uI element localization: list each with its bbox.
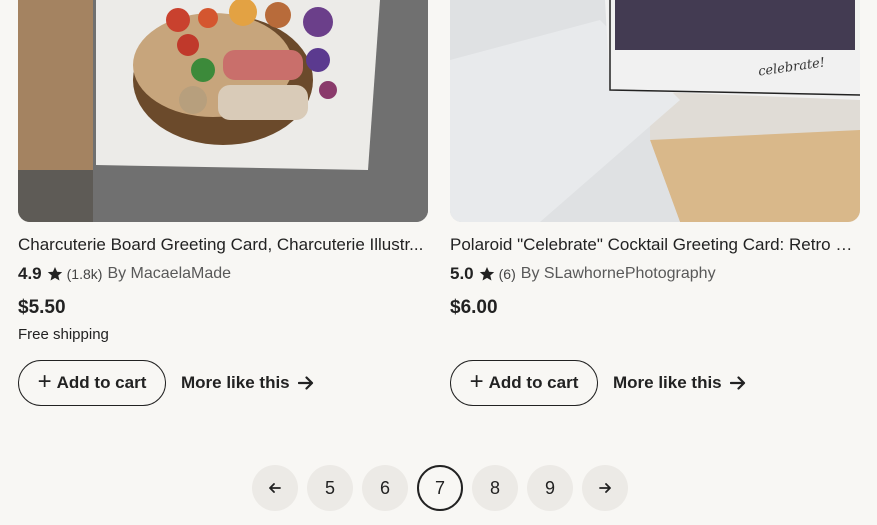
product-image[interactable]	[18, 0, 428, 222]
shipping-info	[450, 326, 860, 345]
product-actions: + Add to cart More like this	[18, 360, 314, 406]
review-count: (1.8k)	[66, 266, 103, 282]
arrow-right-icon	[297, 376, 313, 390]
product-price: $6.00	[450, 297, 498, 318]
arrow-right-icon	[729, 376, 745, 390]
more-like-this-link[interactable]: More like this	[613, 373, 746, 393]
shop-name[interactable]: By MacaelaMade	[107, 264, 231, 284]
rating-row: 5.0 (6) By SLawhornePhotography	[450, 264, 860, 284]
page-button-5[interactable]: 5	[307, 465, 353, 511]
review-count: (6)	[498, 266, 516, 282]
prev-page-button[interactable]	[252, 465, 298, 511]
rating-value: 4.9	[18, 264, 42, 283]
add-to-cart-button[interactable]: + Add to cart	[450, 360, 598, 406]
product-card[interactable]: Charcuterie Board Greeting Card, Charcut…	[18, 0, 428, 345]
rating-row: 4.9 (1.8k) By MacaelaMade	[18, 264, 428, 284]
arrow-right-icon	[599, 483, 611, 493]
page-button-6[interactable]: 6	[362, 465, 408, 511]
product-title[interactable]: Charcuterie Board Greeting Card, Charcut…	[18, 234, 424, 256]
page-button-8[interactable]: 8	[472, 465, 518, 511]
star-icon	[47, 267, 62, 281]
page-button-7-current[interactable]: 7	[417, 465, 463, 511]
add-to-cart-button[interactable]: + Add to cart	[18, 360, 166, 406]
star-icon	[479, 267, 494, 281]
shop-name[interactable]: By SLawhornePhotography	[521, 264, 716, 284]
plus-icon: +	[469, 368, 484, 395]
more-like-this-label: More like this	[613, 373, 722, 392]
product-card[interactable]: celebrate! Polaroid "Celebrate" Cocktail…	[450, 0, 860, 345]
pagination: 5 6 7 8 9	[252, 465, 637, 511]
arrow-left-icon	[269, 483, 281, 493]
charcuterie-card-photo	[18, 0, 428, 222]
polaroid-card-photo	[450, 0, 860, 222]
shipping-info: Free shipping	[18, 326, 109, 343]
product-image[interactable]: celebrate!	[450, 0, 860, 222]
rating-value: 5.0	[450, 264, 474, 283]
add-to-cart-label: Add to cart	[488, 373, 579, 392]
product-actions: + Add to cart More like this	[450, 360, 746, 406]
plus-icon: +	[37, 368, 52, 395]
add-to-cart-label: Add to cart	[56, 373, 147, 392]
product-title[interactable]: Polaroid "Celebrate" Cocktail Greeting C…	[450, 234, 856, 256]
page-button-9[interactable]: 9	[527, 465, 573, 511]
more-like-this-label: More like this	[181, 373, 290, 392]
more-like-this-link[interactable]: More like this	[181, 373, 314, 393]
product-price: $5.50	[18, 297, 66, 318]
next-page-button[interactable]	[582, 465, 628, 511]
